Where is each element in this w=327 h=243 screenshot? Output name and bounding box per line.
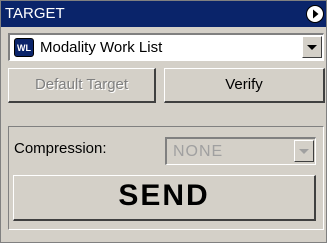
send-button[interactable]: SEND [13,175,316,221]
panel-title: TARGET [5,5,65,22]
worklist-dropdown[interactable]: WL Modality Work List [8,33,324,61]
play-circle-icon[interactable] [305,4,325,24]
chevron-down-icon [307,45,317,50]
verify-button[interactable]: Verify [164,68,325,103]
chevron-down-icon [299,149,309,154]
default-target-button[interactable]: Default Target [8,68,156,103]
worklist-selected: Modality Work List [40,39,163,56]
compression-dropdown[interactable]: NONE [165,137,316,165]
compression-dropdown-button[interactable] [294,140,314,162]
compression-label: Compression: [14,140,107,157]
compression-value: NONE [173,143,224,160]
worklist-icon: WL [14,38,34,57]
dropdown-button[interactable] [302,36,322,58]
target-panel: TARGET WL Modality Work List Default Tar… [0,0,327,243]
title-bar: TARGET [1,1,326,27]
